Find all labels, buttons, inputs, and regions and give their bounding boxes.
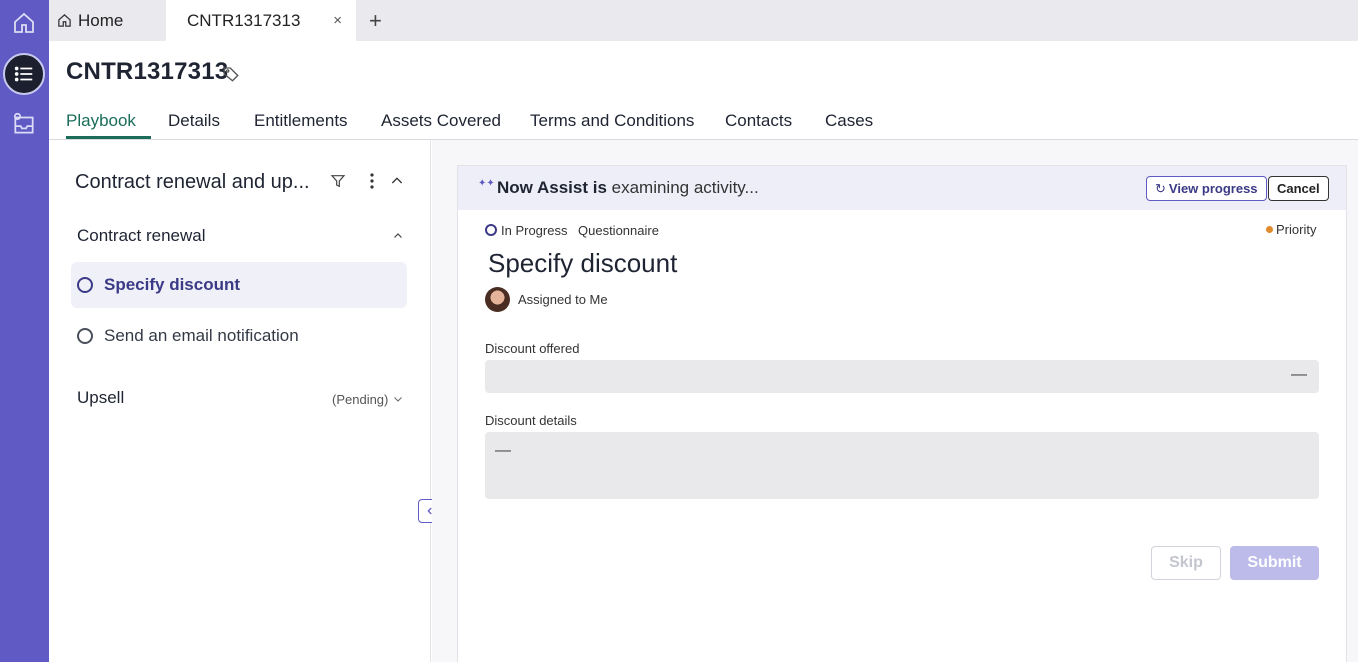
tab-assets-covered[interactable]: Assets Covered [381,111,501,131]
chevron-up-icon[interactable] [392,229,404,247]
task-title: Specify discount [488,248,678,278]
status-ring-icon [77,328,93,344]
tab-cases[interactable]: Cases [825,111,873,131]
tab-home[interactable]: Home [57,0,123,41]
cancel-button[interactable]: Cancel [1268,176,1329,201]
status-ring-icon [77,277,93,293]
close-icon[interactable]: × [333,12,342,29]
discount-details-label: Discount details [485,413,577,428]
assigned-to: Assigned to Me [518,292,608,307]
now-assist-bar: ✦✦ Now Assist is examining activity... ↻… [458,166,1346,210]
priority-label: Priority [1276,222,1317,237]
tab-contacts[interactable]: Contacts [725,111,792,131]
discount-offered-label: Discount offered [485,341,580,356]
task-status: In Progress [501,223,568,238]
left-rail [0,0,49,662]
refresh-icon: ↻ [1155,180,1166,196]
task-send-email[interactable]: Send an email notification [71,313,407,359]
active-tab-indicator [66,136,151,139]
tab-home-label: Home [78,10,124,30]
avatar [485,287,510,312]
kebab-icon[interactable] [369,172,375,195]
home-rail-button[interactable] [4,3,44,43]
task-type: Questionnaire [578,223,659,238]
tab-entitlements[interactable]: Entitlements [254,111,348,131]
record-subtabs: Playbook Details Entitlements Assets Cov… [49,104,1358,140]
section-contract-renewal[interactable]: Contract renewal [77,226,206,246]
task-card: ✦✦ Now Assist is examining activity... ↻… [457,165,1347,662]
discount-offered-field[interactable]: — [485,360,1319,393]
tab-bar: Home CNTR1317313 × + [49,0,1358,41]
section-status: (Pending) [332,392,389,407]
discount-details-field[interactable]: — [485,432,1319,499]
sparkle-icon: ✦✦ [478,178,495,189]
view-progress-button[interactable]: ↻ View progress [1146,176,1267,201]
plus-icon[interactable]: + [369,8,382,34]
section-upsell[interactable]: Upsell [77,388,124,408]
tab-details[interactable]: Details [168,111,220,131]
tab-playbook[interactable]: Playbook [66,111,136,131]
task-label: Send an email notification [104,326,299,345]
status-ring-icon [485,224,497,236]
field-value: — [495,442,511,459]
priority-dot [1266,226,1273,233]
skip-button[interactable]: Skip [1151,546,1221,580]
playbook-panel: Contract renewal and up... Contract rene… [49,140,431,662]
field-value: — [1291,366,1307,383]
tab-terms-and-conditions[interactable]: Terms and Conditions [530,111,694,131]
chevron-down-icon[interactable] [392,392,404,410]
submit-button[interactable]: Submit [1230,546,1319,580]
task-label: Specify discount [104,275,241,294]
assist-message: Now Assist is examining activity... [497,178,759,197]
task-specify-discount[interactable]: Specify discount [71,262,407,308]
list-icon [14,66,33,82]
playbook-title: Contract renewal and up... [75,171,310,193]
tab-record[interactable]: CNTR1317313 × [166,0,356,41]
list-rail-button[interactable] [3,53,45,95]
home-icon [57,13,72,28]
tab-record-label: CNTR1317313 [187,10,301,30]
inbox-icon [13,112,34,134]
tag-icon[interactable] [222,65,240,88]
inbox-rail-button[interactable] [4,104,44,144]
home-icon [14,12,34,33]
page-title: CNTR1317313 [66,58,229,85]
chevron-up-icon[interactable] [389,173,405,194]
filter-icon[interactable] [330,173,346,194]
view-progress-label: View progress [1168,181,1258,196]
